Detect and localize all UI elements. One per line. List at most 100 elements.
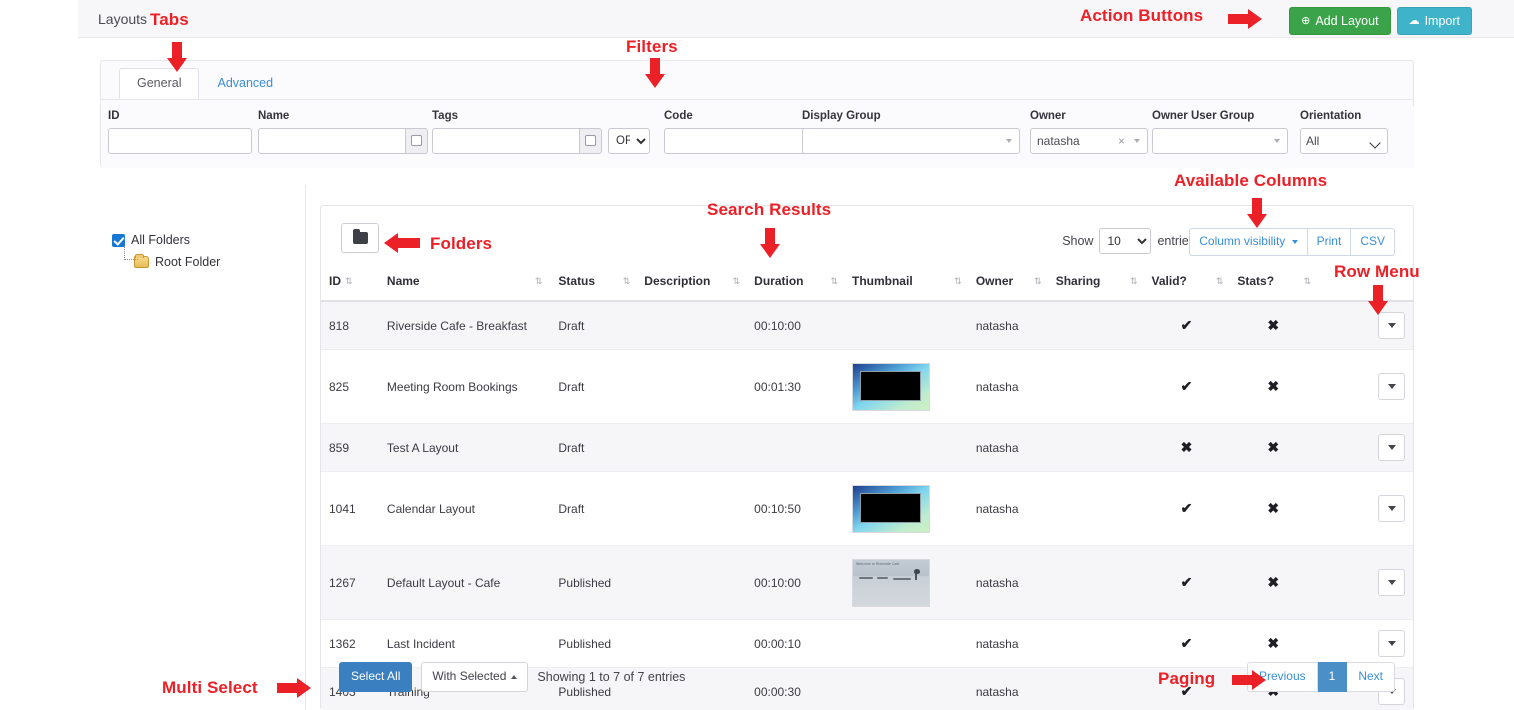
root-folder-label: Root Folder <box>155 254 220 272</box>
tab-advanced[interactable]: Advanced <box>199 68 291 99</box>
col-label-stats: Stats? <box>1237 274 1274 288</box>
table-row[interactable]: 825Meeting Room BookingsDraft00:01:30nat… <box>321 350 1413 424</box>
cell-description <box>636 301 746 350</box>
print-button[interactable]: Print <box>1308 228 1352 256</box>
col-header-name[interactable]: Name ⇅ <box>379 264 550 301</box>
filter-orientation-select[interactable]: All <box>1300 128 1388 154</box>
cell-status: Draft <box>550 350 636 424</box>
layout-thumbnail <box>852 485 930 533</box>
col-header-sharing[interactable]: Sharing ⇅ <box>1048 264 1144 301</box>
filter-tags-logic-select[interactable]: OR <box>608 128 650 154</box>
col-header-thumbnail[interactable]: Thumbnail ⇅ <box>844 264 968 301</box>
clear-icon[interactable]: × <box>1118 135 1125 147</box>
cell-thumbnail <box>844 301 968 350</box>
table-row[interactable]: 818Riverside Cafe - BreakfastDraft00:10:… <box>321 301 1413 350</box>
row-menu-button[interactable] <box>1378 434 1405 461</box>
col-label-name: Name <box>387 274 420 288</box>
filter-display-group-select[interactable] <box>802 128 1020 154</box>
filter-code-input[interactable] <box>664 128 808 154</box>
col-header-id[interactable]: ID ⇅ <box>321 264 379 301</box>
csv-button[interactable]: CSV <box>1351 228 1395 256</box>
sort-icon: ⇅ <box>1130 276 1138 287</box>
col-header-valid[interactable]: Valid? ⇅ <box>1144 264 1230 301</box>
annotation-tabs: Tabs <box>150 11 189 28</box>
filter-tags-input[interactable] <box>432 128 580 154</box>
with-selected-dropdown[interactable]: With Selected <box>421 662 528 692</box>
cell-sharing <box>1048 350 1144 424</box>
sort-icon: ⇅ <box>535 276 543 287</box>
cell-sharing <box>1048 546 1144 620</box>
tree-item-all-folders[interactable]: All Folders <box>112 230 305 252</box>
cell-name: Calendar Layout <box>379 472 550 546</box>
folders-toggle-button[interactable] <box>341 223 379 253</box>
row-menu-button[interactable] <box>1378 495 1405 522</box>
cell-name: Test A Layout <box>379 424 550 472</box>
filter-code-label: Code <box>664 110 808 124</box>
cell-stats: ✖ <box>1229 546 1317 620</box>
col-header-owner[interactable]: Owner ⇅ <box>968 264 1048 301</box>
col-label-thumbnail: Thumbnail <box>852 274 913 288</box>
cell-description <box>636 472 746 546</box>
filter-owner-user-group-select[interactable] <box>1152 128 1288 154</box>
chevron-up-icon <box>511 675 517 679</box>
filter-tags-exact-toggle[interactable] <box>580 128 602 154</box>
cell-duration: 00:01:30 <box>746 350 844 424</box>
column-visibility-button[interactable]: Column visibility <box>1189 228 1307 256</box>
layout-thumbnail <box>852 363 930 411</box>
filter-tags: Tags <box>432 110 602 154</box>
cell-stats: ✖ <box>1229 350 1317 424</box>
filter-owner-label: Owner <box>1030 110 1148 124</box>
import-button[interactable]: ☁ Import <box>1397 7 1472 35</box>
tab-general[interactable]: General <box>119 68 199 99</box>
cell-id: 859 <box>321 424 379 472</box>
sort-icon: ⇅ <box>1304 276 1312 287</box>
col-header-status[interactable]: Status ⇅ <box>550 264 636 301</box>
row-menu-button[interactable] <box>1378 312 1405 339</box>
entries-per-page-select[interactable]: 10 <box>1099 228 1151 254</box>
filter-name-exact-toggle[interactable] <box>406 128 428 154</box>
filter-name: Name <box>258 110 428 154</box>
cell-description <box>636 424 746 472</box>
cell-stats: ✖ <box>1229 301 1317 350</box>
add-layout-button[interactable]: ⊕ Add Layout <box>1289 7 1390 35</box>
col-header-duration[interactable]: Duration ⇅ <box>746 264 844 301</box>
cross-icon: ✖ <box>1267 439 1279 455</box>
filter-owner-select[interactable]: natasha × <box>1030 128 1148 154</box>
add-layout-label: Add Layout <box>1315 13 1378 29</box>
filter-card: General Advanced ID Name Tags <box>100 60 1414 168</box>
with-selected-label: With Selected <box>432 669 506 685</box>
tree-item-root-folder[interactable]: Root Folder <box>134 252 305 274</box>
bird-shape <box>914 569 920 574</box>
filter-name-input[interactable] <box>258 128 406 154</box>
pagination-next[interactable]: Next <box>1347 662 1395 692</box>
pagination-page-1[interactable]: 1 <box>1318 662 1348 692</box>
boat-shape <box>877 577 888 579</box>
table-export-buttons: Column visibility Print CSV <box>1189 228 1395 256</box>
chevron-down-icon <box>1006 139 1012 143</box>
table-row[interactable]: 1267Default Layout - CafePublished00:10:… <box>321 546 1413 620</box>
annotation-folders: Folders <box>430 235 492 252</box>
show-label: Show <box>1062 234 1093 248</box>
table-row[interactable]: 859Test A LayoutDraftnatasha✖✖ <box>321 424 1413 472</box>
column-visibility-label: Column visibility <box>1199 234 1285 248</box>
select-all-button[interactable]: Select All <box>339 662 412 692</box>
cell-status: Draft <box>550 424 636 472</box>
show-entries-control: Show 10 entries <box>1062 228 1195 254</box>
filter-id-input[interactable] <box>108 128 252 154</box>
table-row[interactable]: 1041Calendar LayoutDraft00:10:50natasha✔… <box>321 472 1413 546</box>
sort-icon: ⇅ <box>954 276 962 287</box>
col-label-duration: Duration <box>754 274 803 288</box>
filter-owner: Owner natasha × <box>1030 110 1148 154</box>
boat-shape <box>859 577 873 579</box>
cell-id: 825 <box>321 350 379 424</box>
row-menu-button[interactable] <box>1378 373 1405 400</box>
col-header-stats[interactable]: Stats? ⇅ <box>1229 264 1317 301</box>
tabs-divider <box>101 99 1413 100</box>
cell-sharing <box>1048 424 1144 472</box>
cell-valid: ✔ <box>1144 472 1230 546</box>
cell-valid: ✔ <box>1144 546 1230 620</box>
row-menu-button[interactable] <box>1378 569 1405 596</box>
cell-stats: ✖ <box>1229 424 1317 472</box>
col-header-description[interactable]: Description ⇅ <box>636 264 746 301</box>
check-icon: ✔ <box>1181 317 1193 333</box>
